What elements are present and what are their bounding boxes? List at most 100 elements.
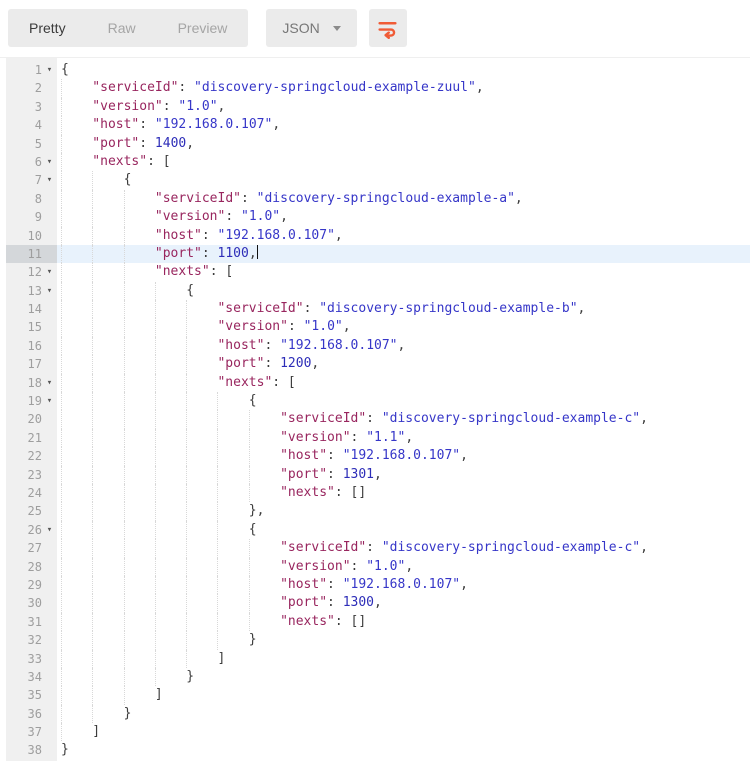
code-line-content[interactable]: "version": "1.0", (57, 557, 413, 576)
language-select[interactable]: JSON (266, 9, 357, 47)
code-line[interactable]: 3 "version": "1.0", (6, 97, 750, 117)
code-line[interactable]: 38} (6, 741, 750, 759)
code-line[interactable]: 9 "version": "1.0", (6, 208, 750, 227)
code-line-content[interactable]: "nexts": [] (57, 483, 366, 503)
code-line[interactable]: 21 "version": "1.1", (6, 428, 750, 448)
code-line[interactable]: 16 "host": "192.168.0.107", (6, 336, 750, 356)
fold-open-icon[interactable]: ▾ (42, 374, 57, 392)
code-line-content[interactable]: "nexts": [ (57, 152, 171, 172)
code-line-content[interactable]: "nexts": [] (57, 612, 366, 632)
code-line[interactable]: 8 "serviceId": "discovery-springcloud-exa… (6, 189, 750, 209)
code-line[interactable]: 27 "serviceId": "discovery-springcloud-ex… (6, 539, 750, 558)
indent-guide (154, 667, 186, 687)
token-p: { (248, 393, 257, 409)
code-line-content[interactable]: "nexts": [ (57, 373, 296, 393)
code-line[interactable]: 7 ▾ { (6, 171, 750, 190)
code-line[interactable]: 37] (6, 723, 750, 742)
code-line-content[interactable]: } (57, 704, 131, 724)
code-line-content[interactable]: "serviceId": "discovery-springcloud-exam… (57, 410, 648, 429)
tab-preview[interactable]: Preview (157, 9, 249, 47)
code-line-content[interactable]: } (57, 667, 194, 687)
indent-guide (61, 189, 92, 209)
code-line[interactable]: 33] (6, 649, 750, 668)
code-line-content[interactable]: "port": 1300, (57, 594, 382, 613)
code-line-content[interactable]: "version": "1.0", (57, 97, 225, 117)
wrap-text-button[interactable] (368, 9, 407, 47)
code-line-content[interactable]: "host": "192.168.0.107", (57, 336, 405, 356)
fold-open-icon[interactable]: ▾ (42, 61, 57, 79)
indent-guide (92, 355, 123, 374)
code-line[interactable]: 20 "serviceId": "discovery-springcloud-ex… (6, 410, 750, 429)
code-line[interactable]: 14 "serviceId": "discovery-springcloud-ex… (6, 300, 750, 319)
code-line-content[interactable]: { (57, 392, 257, 411)
code-line[interactable]: 26 ▾ { (6, 520, 750, 540)
code-line[interactable]: 31 "nexts": [] (6, 612, 750, 632)
code-line[interactable]: 25}, (6, 502, 750, 521)
code-line[interactable]: 32} (6, 631, 750, 650)
fold-open-icon[interactable]: ▾ (42, 171, 57, 189)
code-line[interactable]: 5 "port": 1400, (6, 134, 750, 153)
code-line[interactable]: 35] (6, 686, 750, 705)
code-line-content[interactable]: { (57, 520, 257, 540)
code-line-content[interactable]: "host": "192.168.0.107", (57, 447, 468, 466)
code-line-content[interactable]: "port": 1200, (57, 355, 319, 374)
code-line-content[interactable]: "host": "192.168.0.107", (57, 116, 280, 135)
code-line[interactable]: 30 "port": 1300, (6, 594, 750, 613)
code-line[interactable]: 2 "serviceId": "discovery-springcloud-exa… (6, 79, 750, 98)
code-line-content[interactable]: "serviceId": "discovery-springcloud-exam… (57, 539, 648, 558)
fold-open-icon[interactable]: ▾ (42, 521, 57, 539)
fold-open-icon[interactable]: ▾ (42, 263, 57, 281)
code-line-content[interactable]: "host": "192.168.0.107", (57, 226, 343, 245)
code-line-content[interactable]: "port": 1301, (57, 465, 382, 484)
code-line-content[interactable]: ] (57, 723, 100, 742)
code-line[interactable]: 1 ▾ { (6, 61, 750, 79)
fold-open-icon[interactable]: ▾ (42, 153, 57, 171)
code-line[interactable]: 29 "host": "192.168.0.107", (6, 575, 750, 595)
code-line[interactable]: 22 "host": "192.168.0.107", (6, 447, 750, 466)
code-line[interactable]: 11 "port": 1100, (6, 244, 750, 264)
code-line-content[interactable]: { (57, 281, 194, 301)
code-line[interactable]: 24 "nexts": [] (6, 483, 750, 503)
code-line-content[interactable]: ] (57, 686, 163, 705)
code-line-content[interactable]: "port": 1400, (57, 134, 194, 153)
code-editor[interactable]: 1 ▾{2 "serviceId": "discovery-springcloud-… (0, 57, 750, 761)
code-line-content[interactable]: } (57, 741, 69, 759)
code-line[interactable]: 10 "host": "192.168.0.107", (6, 226, 750, 245)
code-line[interactable]: 6 ▾ "nexts": [ (6, 152, 750, 172)
code-line[interactable]: 4 "host": "192.168.0.107", (6, 116, 750, 135)
code-line-content[interactable]: "serviceId": "discovery-springcloud-exam… (57, 300, 585, 319)
code-line-content[interactable]: "version": "1.1", (57, 428, 413, 448)
indent-guide (186, 410, 217, 429)
code-line[interactable]: 12 ▾ "nexts": [ (6, 263, 750, 282)
code-line[interactable]: 28 "version": "1.0", (6, 557, 750, 576)
code-line-content[interactable]: "version": "1.0", (57, 208, 288, 227)
tab-raw[interactable]: Raw (87, 9, 157, 47)
line-gutter: 23 (6, 466, 57, 484)
code-line-content[interactable]: }, (57, 502, 264, 521)
code-line[interactable]: 17 "port": 1200, (6, 355, 750, 374)
code-line[interactable]: 13 ▾ { (6, 281, 750, 301)
code-line-content[interactable]: "version": "1.0", (57, 318, 351, 337)
fold-open-icon[interactable]: ▾ (42, 392, 57, 410)
code-line[interactable]: 19 ▾ { (6, 392, 750, 411)
code-line-content[interactable]: { (57, 171, 131, 190)
code-line-content[interactable]: "serviceId": "discovery-springcloud-exam… (57, 189, 523, 209)
tab-pretty[interactable]: Pretty (8, 9, 87, 47)
code-line-content[interactable]: "port": 1100, (57, 244, 258, 264)
code-line[interactable]: 18 ▾ "nexts": [ (6, 373, 750, 393)
code-line-content[interactable]: "serviceId": "discovery-springcloud-exam… (57, 79, 484, 98)
code-line[interactable]: 34} (6, 667, 750, 687)
code-line-content[interactable]: { (57, 61, 69, 79)
code-line-content[interactable]: ] (57, 649, 225, 668)
code-line[interactable]: 23 "port": 1301, (6, 465, 750, 484)
code-line[interactable]: 36} (6, 704, 750, 724)
code-line-content[interactable]: "host": "192.168.0.107", (57, 575, 468, 595)
code-line[interactable]: 15 "version": "1.0", (6, 318, 750, 337)
code-line-content[interactable]: } (57, 631, 257, 650)
fold-open-icon[interactable]: ▾ (42, 282, 57, 300)
line-gutter: 19 ▾ (6, 392, 57, 410)
token-p: : (162, 98, 179, 114)
code-line-content[interactable]: "nexts": [ (57, 263, 233, 282)
